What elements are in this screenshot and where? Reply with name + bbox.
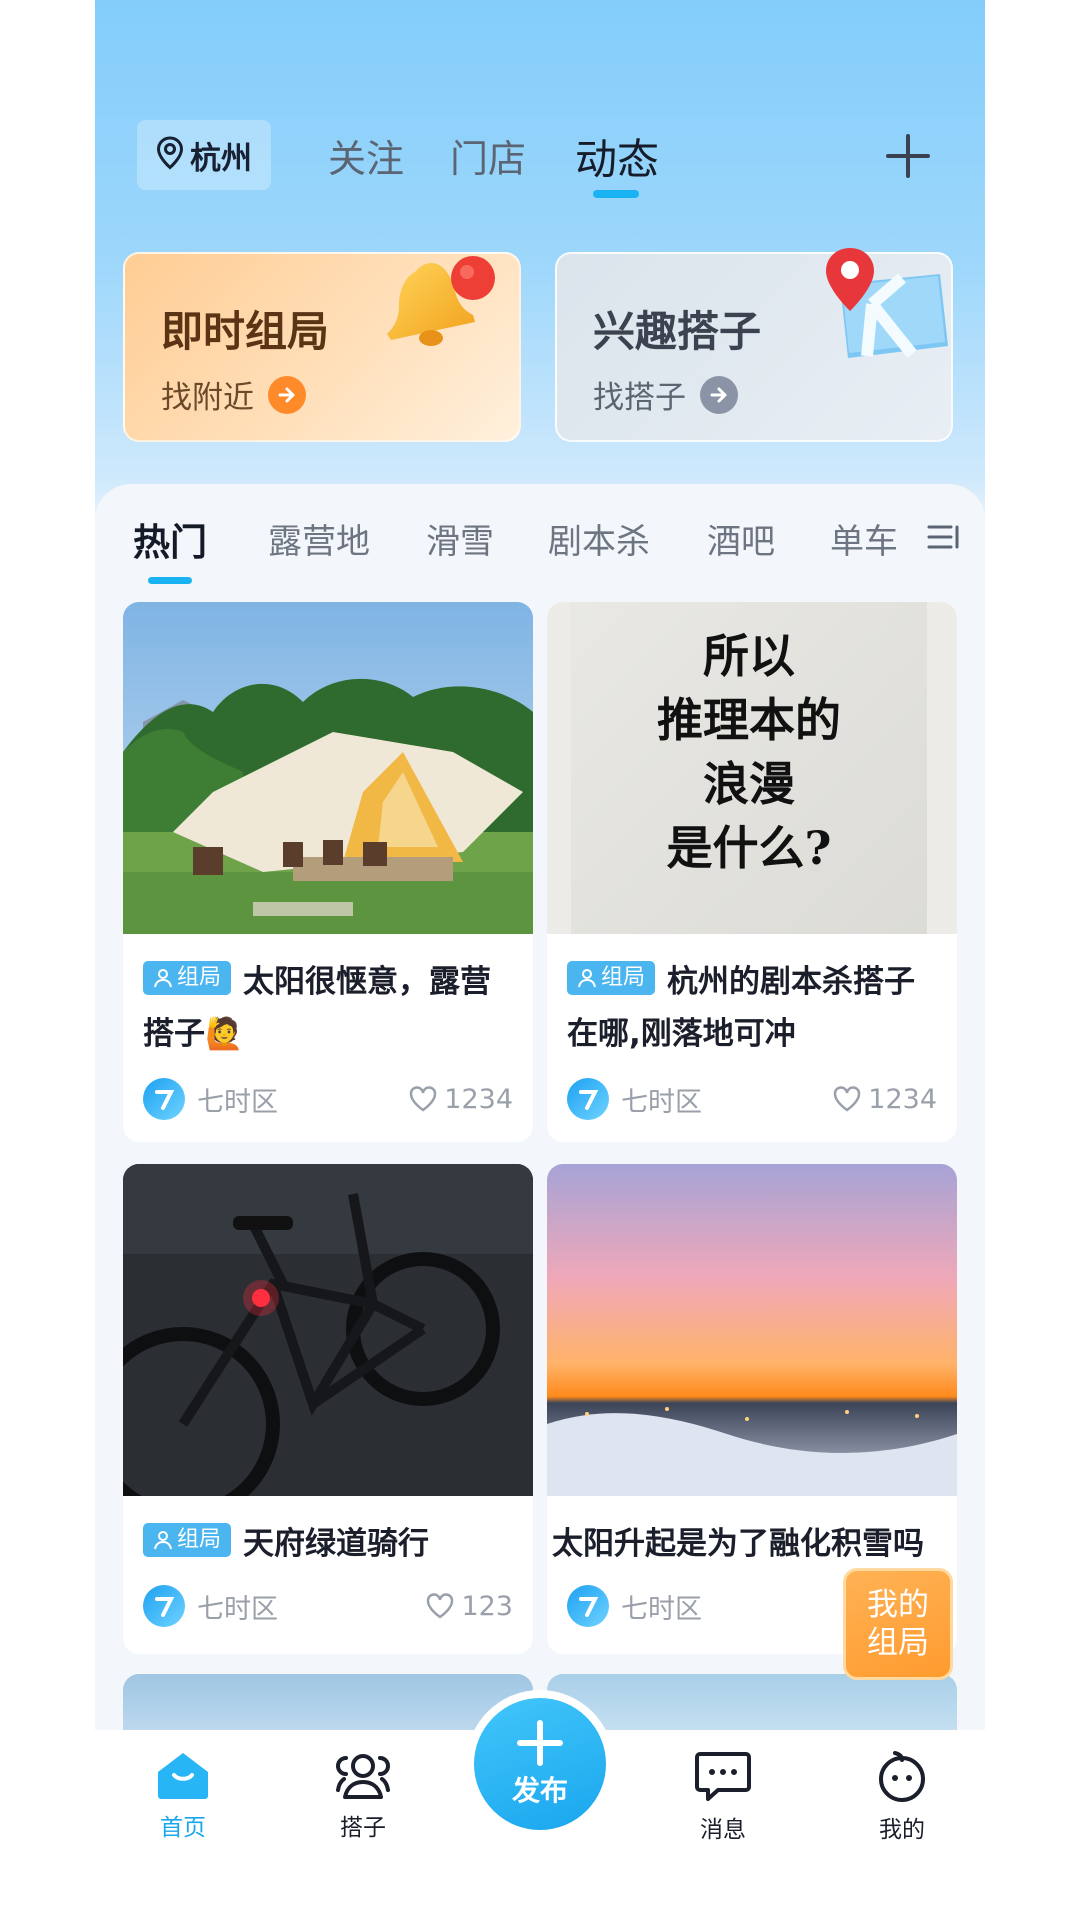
bell-icon (375, 242, 505, 376)
person-icon (578, 969, 596, 988)
profile-icon (879, 1751, 925, 1802)
like-button[interactable]: 1234 (832, 1084, 937, 1115)
post-title-row: 组局 杭州的剧本杀搭子在哪,刚落地可冲 (567, 956, 937, 1060)
post-card[interactable]: 所以 推理本的 浪漫 是什么? 组局 杭州的剧本杀搭子在哪,刚落地可冲 七时区 … (547, 602, 957, 1142)
heart-icon (834, 1086, 861, 1112)
post-image-script-poster: 所以 推理本的 浪漫 是什么? (547, 602, 957, 934)
publish-button-inner[interactable]: 发布 (474, 1698, 606, 1830)
arrow-right-icon (268, 375, 306, 414)
city-selector[interactable]: 杭州 (137, 120, 271, 190)
avatar[interactable] (567, 1078, 609, 1120)
promo-subtitle-row: 找附近 (161, 372, 306, 417)
publish-button[interactable]: 发布 (466, 1690, 614, 1838)
nav-label: 搭子 (340, 1815, 386, 1841)
poster-line: 推理本的 (657, 693, 841, 747)
category-hot[interactable]: 热门 (133, 512, 207, 566)
post-image-camping (123, 602, 533, 934)
post-title: 太阳升起是为了融化积雪吗 (552, 1526, 924, 1562)
category-bar[interactable]: 酒吧 (707, 514, 775, 563)
avatar[interactable] (143, 1585, 185, 1627)
heart-icon (427, 1593, 454, 1619)
nav-profile[interactable]: 我的 (852, 1750, 952, 1844)
like-button[interactable]: 1234 (408, 1084, 513, 1115)
nav-label: 我的 (879, 1817, 925, 1843)
like-count: 1234 (868, 1083, 937, 1115)
tag-label: 组局 (601, 965, 646, 990)
category-bike[interactable]: 单车 (830, 514, 898, 563)
poster-line: 所以 (703, 629, 795, 683)
location-pin-icon (156, 136, 184, 174)
nav-home[interactable]: 首页 (133, 1750, 233, 1842)
people-icon (336, 1754, 390, 1799)
category-murder-mystery[interactable]: 剧本杀 (548, 514, 650, 563)
app-screen: 杭州 关注 门店 动态 即时组局 找附近 兴趣搭子 找搭子 热门 露营地 滑雪 … (95, 0, 985, 1920)
post-card[interactable]: 组局 天府绿道骑行 七时区 123 (123, 1164, 533, 1654)
promo-subtitle: 找搭子 (593, 380, 686, 416)
post-title-row: 组局 太阳很惬意，露营搭子🙋 (143, 956, 513, 1060)
avatar[interactable] (143, 1078, 185, 1120)
tab-stores[interactable]: 门店 (450, 128, 526, 183)
plus-icon (517, 1720, 563, 1766)
post-title-row: 组局 天府绿道骑行 (143, 1518, 513, 1570)
promo-title: 兴趣搭子 (593, 307, 762, 356)
map-pin-icon (812, 244, 957, 378)
tag-badge: 组局 (143, 1523, 232, 1557)
like-count: 123 (461, 1590, 513, 1622)
tag-label: 组局 (177, 1527, 222, 1552)
author-name[interactable]: 七时区 (197, 1080, 278, 1119)
promo-interest-buddy[interactable]: 兴趣搭子 找搭子 (555, 248, 953, 442)
person-icon (154, 1531, 172, 1550)
avatar[interactable] (567, 1585, 609, 1627)
post-meta: 七时区 1234 (567, 1077, 937, 1121)
nav-label: 首页 (160, 1815, 206, 1841)
my-parties-button[interactable]: 我的组局 (843, 1568, 953, 1680)
promo-title: 即时组局 (161, 307, 330, 356)
city-label: 杭州 (190, 140, 252, 177)
category-camping[interactable]: 露营地 (268, 514, 370, 563)
post-title: 天府绿道骑行 (243, 1526, 430, 1562)
promo-subtitle: 找附近 (161, 380, 254, 416)
category-indicator (148, 577, 192, 584)
promo-instant-party[interactable]: 即时组局 找附近 (123, 252, 521, 442)
poster-line: 是什么? (666, 821, 832, 875)
author-name[interactable]: 七时区 (621, 1587, 702, 1626)
plus-icon[interactable] (885, 133, 931, 179)
tag-badge: 组局 (143, 961, 232, 995)
publish-label: 发布 (511, 1774, 568, 1807)
author-name[interactable]: 七时区 (621, 1080, 702, 1119)
like-count: 1234 (444, 1083, 513, 1115)
author-name[interactable]: 七时区 (197, 1587, 278, 1626)
post-meta: 七时区 1234 (143, 1077, 513, 1121)
post-card[interactable]: 组局 太阳很惬意，露营搭子🙋 七时区 1234 (123, 602, 533, 1142)
nav-messages[interactable]: 消息 (673, 1750, 773, 1844)
poster-line: 浪漫 (703, 757, 795, 811)
home-icon (158, 1753, 208, 1799)
nav-label: 消息 (700, 1817, 746, 1843)
tab-feed[interactable]: 动态 (575, 126, 659, 187)
tag-label: 组局 (177, 965, 222, 990)
post-image-snowy-sunset (547, 1164, 957, 1496)
nav-buddies[interactable]: 搭子 (313, 1750, 413, 1842)
menu-icon[interactable] (927, 522, 961, 556)
arrow-right-icon (700, 375, 738, 414)
tab-indicator (593, 190, 639, 198)
message-icon (695, 1752, 751, 1801)
tab-follow[interactable]: 关注 (328, 128, 404, 183)
heart-icon (410, 1086, 437, 1112)
category-skiing[interactable]: 滑雪 (426, 514, 494, 563)
poster-paper: 所以 推理本的 浪漫 是什么? (571, 602, 927, 934)
post-image-bicycle (123, 1164, 533, 1521)
poster-text: 所以 推理本的 浪漫 是什么? (571, 624, 927, 880)
tag-badge: 组局 (567, 961, 656, 995)
promo-subtitle-row: 找搭子 (593, 372, 738, 417)
like-button[interactable]: 123 (425, 1591, 513, 1622)
post-meta: 七时区 123 (143, 1584, 513, 1628)
person-icon (154, 969, 172, 988)
